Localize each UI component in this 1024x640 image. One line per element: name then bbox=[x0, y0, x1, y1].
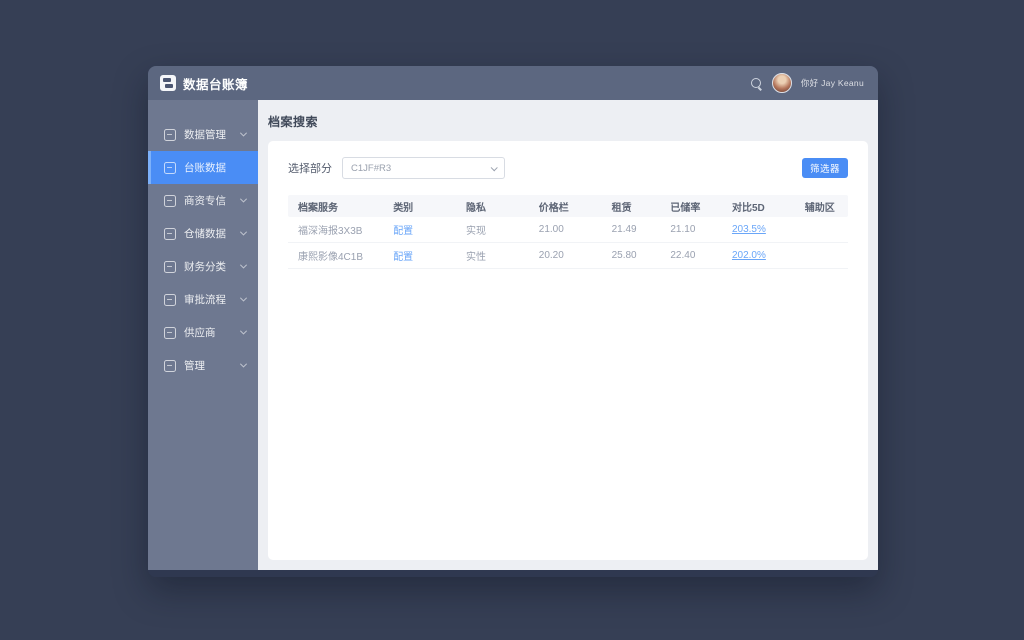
user-greeting: 你好 Jay Keanu bbox=[800, 78, 864, 88]
app-window: 数据台账簿 你好 Jay Keanu 数据管理 台账数据 商资专信 仓储数据 财… bbox=[148, 66, 878, 577]
filter-button[interactable]: 筛选器 bbox=[801, 158, 848, 178]
table-cell: 21.00 bbox=[538, 224, 564, 235]
finance-icon bbox=[164, 260, 176, 273]
row-config-link[interactable]: 配置 bbox=[383, 248, 456, 263]
user-avatar[interactable] bbox=[771, 73, 792, 93]
page-title: 档案搜索 bbox=[268, 115, 319, 129]
chevron-down-icon bbox=[239, 129, 248, 137]
header-actions: 你好 Jay Keanu bbox=[750, 73, 864, 93]
filter-select-value: C1JF#R3 bbox=[351, 162, 392, 174]
sidebar-item-label: 仓储数据 bbox=[184, 228, 226, 240]
approval-icon bbox=[164, 326, 176, 339]
app-body: 数据管理 台账数据 商资专信 仓储数据 财务分类 审批流程 供应商 管理 档案搜… bbox=[148, 100, 878, 570]
sidebar-item-4[interactable]: 仓储数据 bbox=[148, 217, 258, 250]
sidebar-item-7[interactable]: 供应商 bbox=[148, 316, 258, 349]
data-table: 档案服务 类别 隐私 价格栏 租赁 已储率 对比5D 辅助区 福深海报3X3B 配置 实现 21.0… bbox=[288, 195, 848, 269]
table-cell: 实现 bbox=[465, 226, 486, 237]
column-header-4: 价格栏 bbox=[538, 202, 569, 214]
row-trend-link[interactable]: 202.0% bbox=[722, 250, 795, 261]
sidebar-item-label: 管理 bbox=[184, 360, 205, 372]
sidebar-item-5[interactable]: 财务分类 bbox=[148, 250, 258, 283]
app-logo-icon bbox=[160, 75, 176, 91]
column-header-2: 类别 bbox=[393, 202, 414, 214]
chevron-down-icon bbox=[239, 360, 248, 368]
sidebar-item-label: 商资专信 bbox=[184, 195, 226, 207]
filter-row: 选择部分 C1JF#R3 筛选器 bbox=[288, 157, 848, 179]
column-header-3: 隐私 bbox=[465, 202, 486, 214]
filter-select[interactable]: C1JF#R3 bbox=[342, 157, 505, 179]
sidebar-item-3[interactable]: 商资专信 bbox=[148, 184, 258, 217]
table-row: 福深海报3X3B 配置 实现 21.00 21.49 21.10 203.5% bbox=[288, 217, 848, 243]
column-header-6: 已储率 bbox=[670, 202, 701, 214]
app-header: 数据台账簿 你好 Jay Keanu bbox=[148, 66, 878, 100]
archive-icon bbox=[164, 227, 176, 240]
app-title: 数据台账簿 bbox=[183, 77, 249, 92]
content-card: 选择部分 C1JF#R3 筛选器 档案服务 类别 隐私 价格栏 租赁 已储率 对比5D 辅助区… bbox=[268, 141, 868, 560]
column-header-5: 租赁 bbox=[611, 202, 632, 214]
table-cell: 22.40 bbox=[670, 250, 696, 261]
chevron-down-icon bbox=[239, 261, 248, 269]
sidebar: 数据管理 台账数据 商资专信 仓储数据 财务分类 审批流程 供应商 管理 bbox=[148, 100, 258, 570]
chevron-down-icon bbox=[239, 228, 248, 236]
sidebar-item-1[interactable]: 数据管理 bbox=[148, 118, 258, 151]
column-header-1: 档案服务 bbox=[298, 202, 338, 214]
table-cell: 实性 bbox=[465, 252, 486, 263]
mail-icon bbox=[164, 293, 176, 306]
main-content: 档案搜索 选择部分 C1JF#R3 筛选器 档案服务 类别 隐私 价格栏 租赁 已储率 对比… bbox=[258, 100, 878, 570]
sidebar-item-8[interactable]: 管理 bbox=[148, 349, 258, 382]
sidebar-item-6[interactable]: 审批流程 bbox=[148, 283, 258, 316]
table-body: 福深海报3X3B 配置 实现 21.00 21.49 21.10 203.5% 康熙影像4C1… bbox=[288, 217, 848, 269]
ledger-icon bbox=[164, 161, 176, 174]
sidebar-item-label: 财务分类 bbox=[184, 261, 226, 273]
chat-icon bbox=[164, 194, 176, 207]
table-cell: 21.49 bbox=[611, 224, 637, 235]
sidebar-item-label: 台账数据 bbox=[184, 162, 226, 174]
row-trend-link[interactable]: 203.5% bbox=[722, 224, 795, 235]
sidebar-item-label: 审批流程 bbox=[184, 294, 226, 306]
column-header-8: 辅助区 bbox=[804, 202, 835, 214]
table-cell: 25.80 bbox=[611, 250, 637, 261]
table-row: 康熙影像4C1B 配置 实性 20.20 25.80 22.40 202.0% bbox=[288, 243, 848, 269]
sidebar-item-label: 数据管理 bbox=[184, 129, 226, 141]
dashboard-icon bbox=[164, 128, 176, 141]
table-cell: 福深海报3X3B bbox=[298, 226, 363, 237]
column-header-7: 对比5D bbox=[731, 202, 765, 214]
chevron-down-icon bbox=[239, 294, 248, 302]
window-bottom-edge bbox=[148, 570, 878, 577]
settings-icon bbox=[164, 359, 176, 372]
filter-label: 选择部分 bbox=[288, 163, 332, 175]
table-cell: 康熙影像4C1B bbox=[298, 252, 364, 263]
sidebar-item-label: 供应商 bbox=[184, 327, 216, 339]
table-cell: 21.10 bbox=[670, 224, 696, 235]
chevron-down-icon bbox=[239, 195, 248, 203]
chevron-down-icon bbox=[239, 327, 248, 335]
chevron-down-icon bbox=[490, 163, 498, 171]
table-header-row: 档案服务 类别 隐私 价格栏 租赁 已储率 对比5D 辅助区 bbox=[288, 195, 848, 217]
table-cell: 20.20 bbox=[538, 250, 564, 261]
brand: 数据台账簿 bbox=[160, 74, 248, 93]
search-icon[interactable] bbox=[750, 77, 763, 90]
row-config-link[interactable]: 配置 bbox=[383, 222, 456, 237]
sidebar-item-2[interactable]: 台账数据 bbox=[148, 151, 258, 184]
